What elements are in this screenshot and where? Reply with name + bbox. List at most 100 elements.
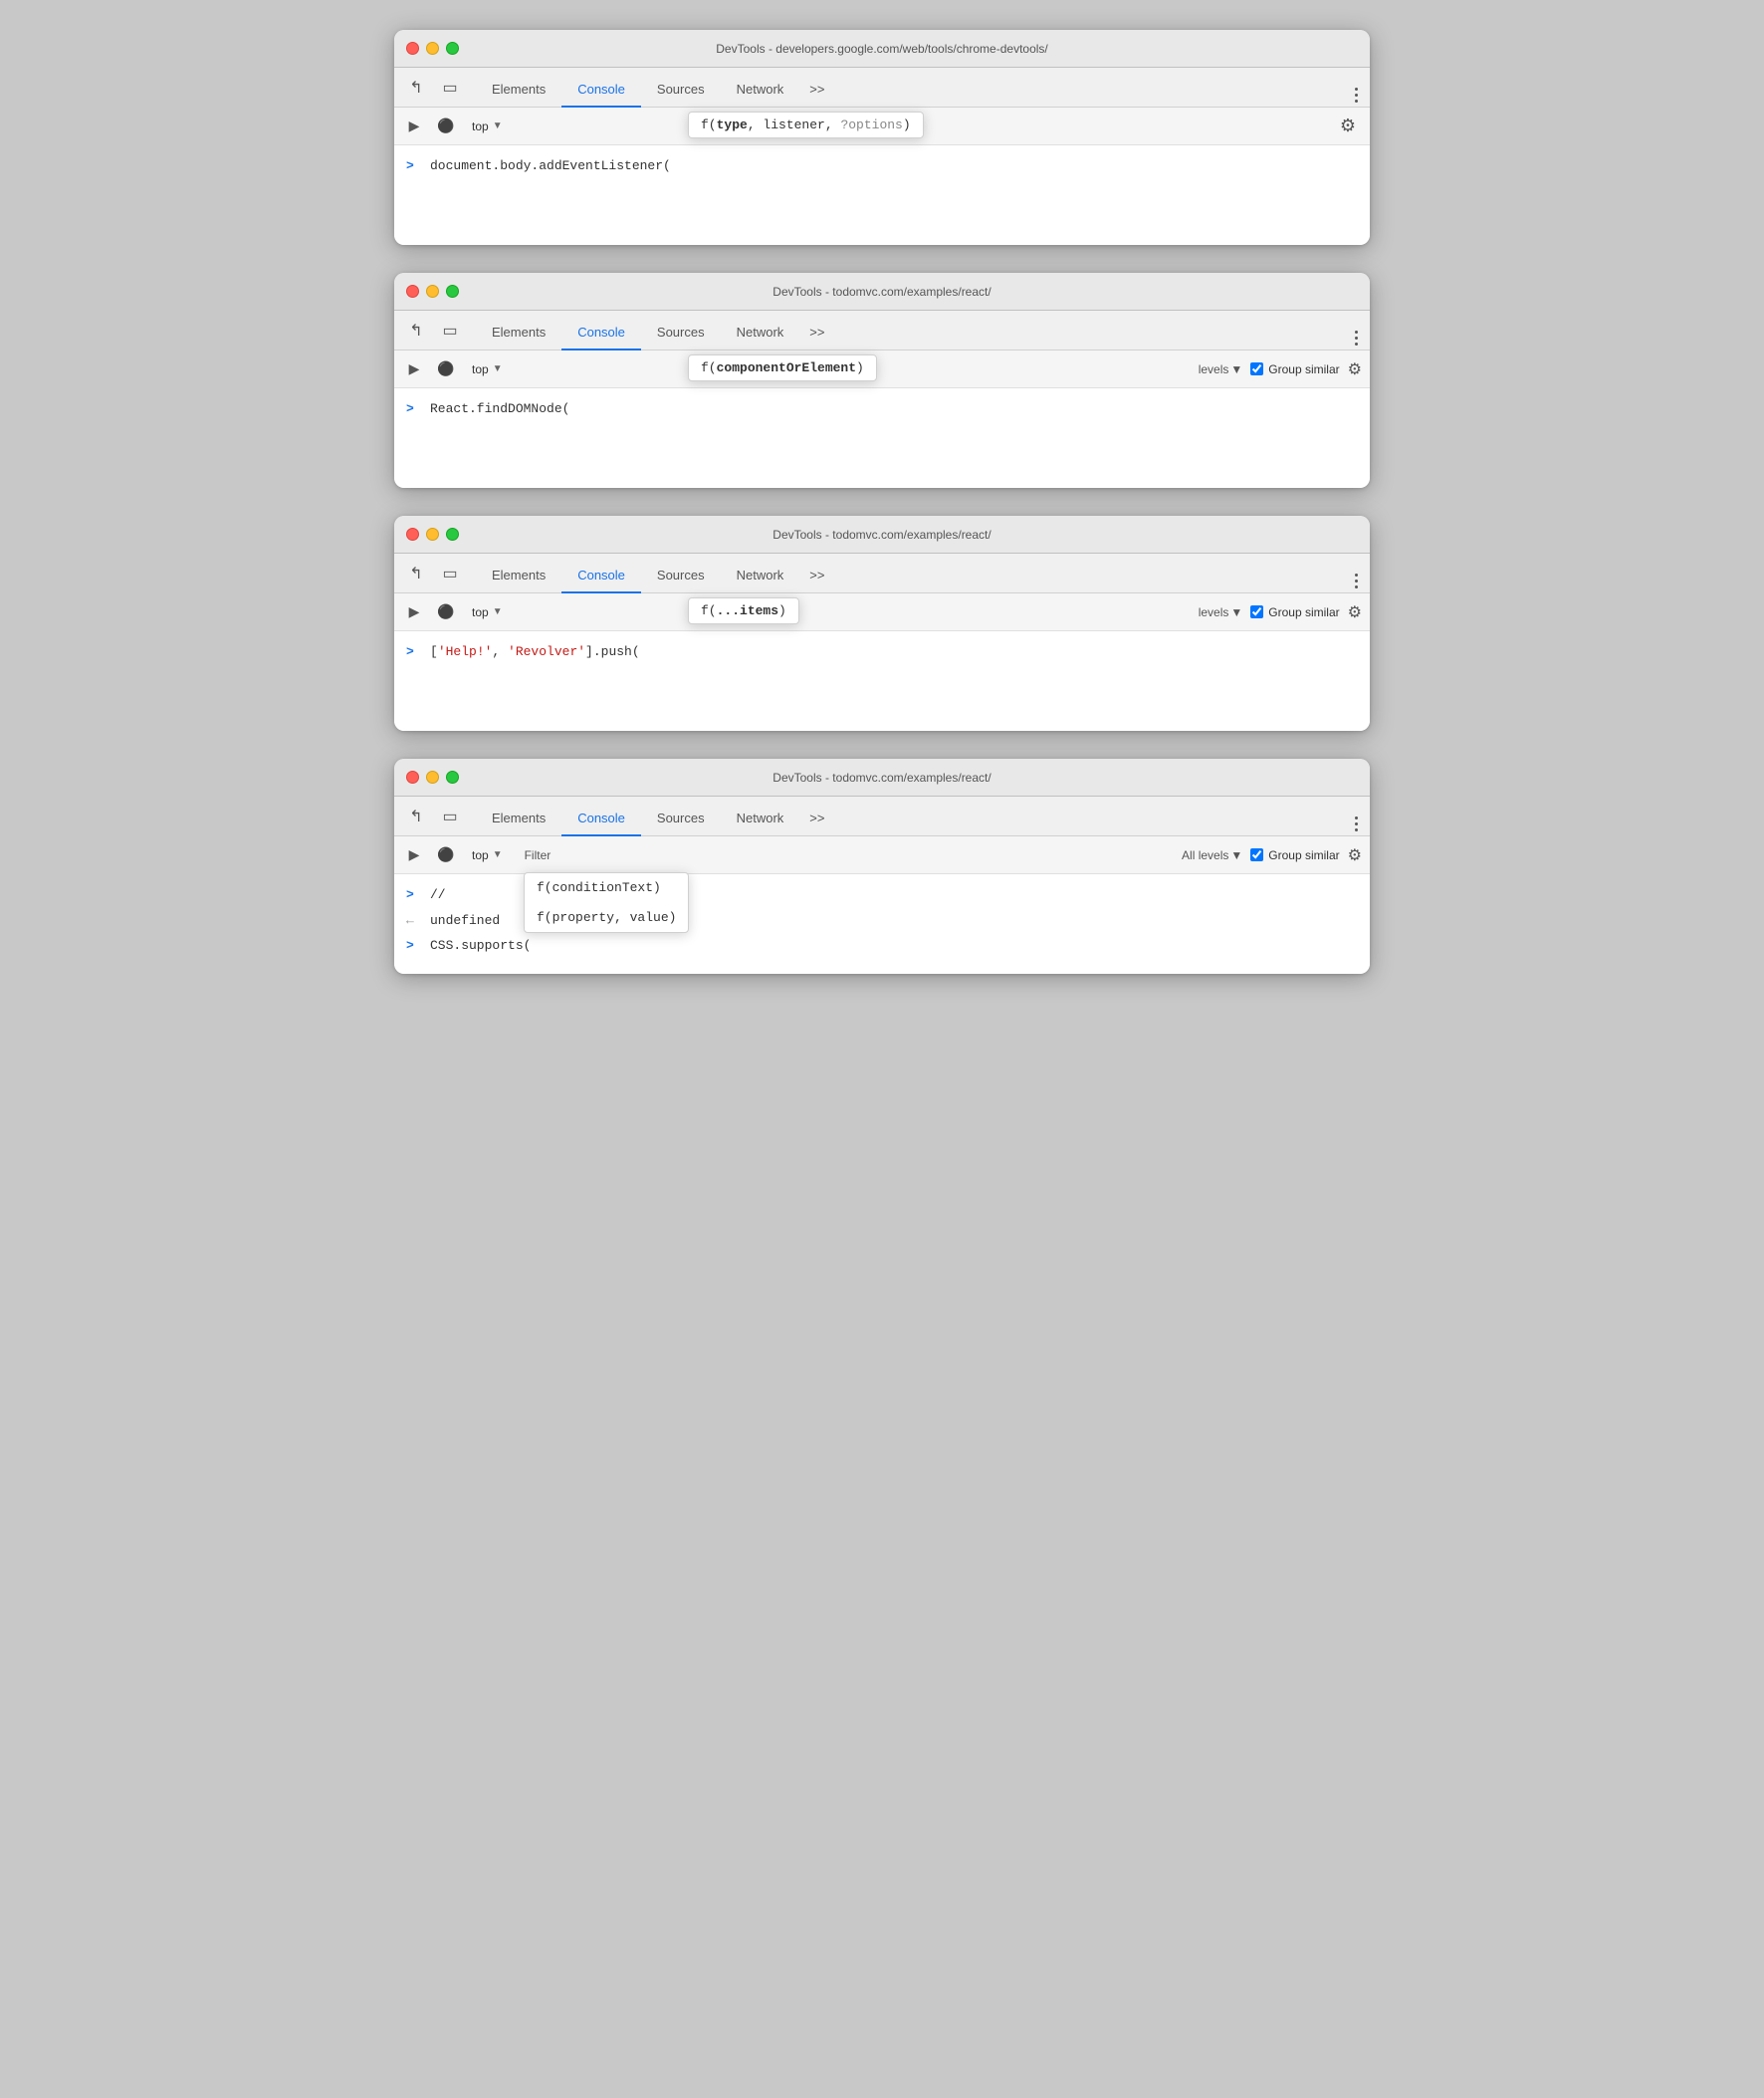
console-toolbar-4: ▶ ⚫ top ▼ Filter All levels ▼ Group simi… [394,836,1370,874]
tab-bar-4: ↰ ▭ Elements Console Sources Network >> [394,797,1370,836]
cursor-icon-4[interactable]: ↰ [402,803,430,830]
console-code-4-3[interactable]: CSS.supports( [430,936,531,956]
clear-button-3[interactable]: ⚫ [434,600,458,624]
group-similar-input-4[interactable] [1250,848,1263,861]
run-button-1[interactable]: ▶ [402,115,426,138]
more-menu-button-2[interactable] [1351,327,1362,350]
devtools-window-2: DevTools - todomvc.com/examples/react/ ↰… [394,273,1370,488]
run-button-3[interactable]: ▶ [402,600,426,624]
console-line-4-3: > CSS.supports( [394,933,1370,959]
console-line-4-2: ← undefined f(conditionText) f(property,… [394,908,1370,934]
close-button-2[interactable] [406,285,419,298]
tab-network-1[interactable]: Network [721,72,800,108]
group-similar-input-2[interactable] [1250,362,1263,375]
cursor-icon-2[interactable]: ↰ [402,317,430,345]
tab-sources-4[interactable]: Sources [641,801,721,836]
context-select-4[interactable]: top ▼ [466,846,509,864]
tab-more-3[interactable]: >> [799,557,834,592]
group-similar-checkbox-3[interactable]: Group similar [1250,605,1339,619]
tab-dots-3 [1351,570,1362,592]
prompt-4-1: > [406,885,422,905]
tab-more-2[interactable]: >> [799,314,834,350]
device-icon-2[interactable]: ▭ [436,317,464,345]
device-icon-4[interactable]: ▭ [436,803,464,830]
close-button-3[interactable] [406,528,419,541]
cursor-icon[interactable]: ↰ [402,74,430,102]
run-button-4[interactable]: ▶ [402,843,426,867]
cursor-icon-3[interactable]: ↰ [402,560,430,587]
run-button-2[interactable]: ▶ [402,357,426,381]
console-content-3: > ['Help!', 'Revolver'].push( [394,631,1370,731]
tab-elements-4[interactable]: Elements [476,801,561,836]
tab-console-3[interactable]: Console [561,558,641,593]
more-menu-button-1[interactable] [1351,84,1362,107]
levels-btn-2[interactable]: levels ▼ [1199,362,1243,376]
clear-button-2[interactable]: ⚫ [434,357,458,381]
console-code-1-1[interactable]: document.body.addEventListener( [430,156,671,176]
console-line-1-1: > document.body.addEventListener( [394,153,1370,179]
console-content-1: > document.body.addEventListener( [394,145,1370,245]
tab-bar-icons-1: ↰ ▭ [402,68,464,107]
device-icon[interactable]: ▭ [436,74,464,102]
tab-sources-1[interactable]: Sources [641,72,721,108]
context-select-1[interactable]: top ▼ [466,117,509,135]
autocomplete-row-1[interactable]: f(conditionText) [525,873,688,903]
tab-bar-icons-3: ↰ ▭ [402,554,464,592]
settings-icon-4[interactable]: ⚙ [1348,845,1362,865]
tab-console-2[interactable]: Console [561,315,641,350]
str-revolver: 'Revolver' [508,644,585,659]
settings-icon-1[interactable]: ⚙ [1334,113,1362,140]
window-title-2: DevTools - todomvc.com/examples/react/ [772,285,991,299]
maximize-button-4[interactable] [446,771,459,784]
group-similar-input-3[interactable] [1250,605,1263,618]
minimize-button-2[interactable] [426,285,439,298]
tab-elements-3[interactable]: Elements [476,558,561,593]
clear-button-4[interactable]: ⚫ [434,843,458,867]
tab-elements-2[interactable]: Elements [476,315,561,350]
autocomplete-row-2[interactable]: f(property, value) [525,903,688,933]
minimize-button-4[interactable] [426,771,439,784]
maximize-button-2[interactable] [446,285,459,298]
tab-sources-2[interactable]: Sources [641,315,721,350]
window-title-4: DevTools - todomvc.com/examples/react/ [772,771,991,785]
settings-icon-3[interactable]: ⚙ [1348,602,1362,622]
close-button-4[interactable] [406,771,419,784]
dropdown-arrow-4: ▼ [493,849,503,860]
maximize-button-1[interactable] [446,42,459,55]
tab-elements-1[interactable]: Elements [476,72,561,108]
tab-dots-4 [1351,813,1362,835]
tab-network-3[interactable]: Network [721,558,800,593]
settings-icon-2[interactable]: ⚙ [1348,359,1362,379]
tab-sources-3[interactable]: Sources [641,558,721,593]
minimize-button-3[interactable] [426,528,439,541]
tab-more-1[interactable]: >> [799,71,834,107]
title-bar-3: DevTools - todomvc.com/examples/react/ [394,516,1370,554]
group-similar-checkbox-2[interactable]: Group similar [1250,362,1339,376]
group-similar-checkbox-4[interactable]: Group similar [1250,848,1339,862]
tab-console-4[interactable]: Console [561,801,641,836]
tab-more-4[interactable]: >> [799,800,834,835]
console-code-2-1[interactable]: React.findDOMNode( [430,399,569,419]
device-icon-3[interactable]: ▭ [436,560,464,587]
more-menu-button-4[interactable] [1351,813,1362,835]
title-bar-4: DevTools - todomvc.com/examples/react/ [394,759,1370,797]
context-select-2[interactable]: top ▼ [466,360,509,378]
minimize-button-1[interactable] [426,42,439,55]
console-code-3-1[interactable]: ['Help!', 'Revolver'].push( [430,642,640,662]
maximize-button-3[interactable] [446,528,459,541]
toolbar-right-4: All levels ▼ Group similar ⚙ [1182,845,1362,865]
tab-bar-icons-4: ↰ ▭ [402,797,464,835]
clear-button-1[interactable]: ⚫ [434,115,458,138]
devtools-window-1: DevTools - developers.google.com/web/too… [394,30,1370,245]
levels-btn-3[interactable]: levels ▼ [1199,605,1243,619]
close-button-1[interactable] [406,42,419,55]
context-select-3[interactable]: top ▼ [466,603,509,621]
tab-network-2[interactable]: Network [721,315,800,350]
console-code-4-1[interactable]: // [430,885,446,905]
tab-console-1[interactable]: Console [561,72,641,108]
levels-btn-4[interactable]: All levels ▼ [1182,848,1242,862]
more-menu-button-3[interactable] [1351,570,1362,592]
levels-arrow-4: ▼ [1230,848,1242,862]
tab-network-4[interactable]: Network [721,801,800,836]
autocomplete-2: f(componentOrElement) [688,354,877,381]
